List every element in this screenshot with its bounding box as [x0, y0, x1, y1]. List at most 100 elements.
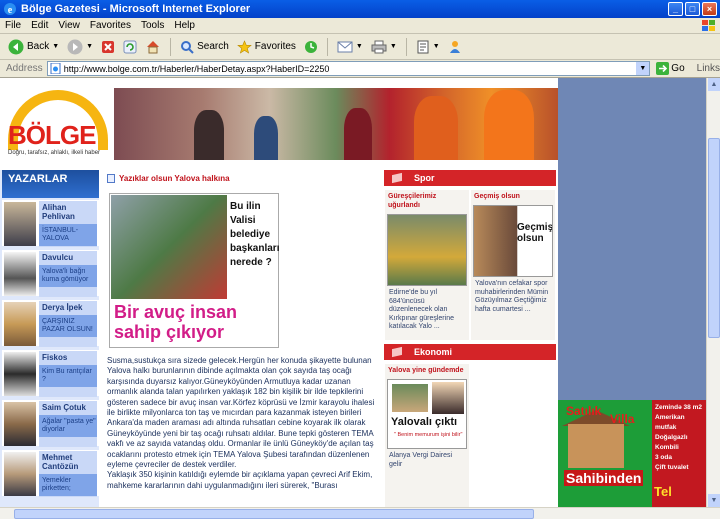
history-icon	[304, 40, 317, 53]
print-button[interactable]: ▼	[369, 39, 399, 55]
mail-dropdown-icon[interactable]: ▼	[356, 43, 363, 50]
writer-column-title[interactable]: ÇARŞINIZ PAZAR OLSUN!	[39, 315, 97, 337]
section-icon	[392, 346, 402, 358]
favorites-button[interactable]: Favorites	[235, 39, 298, 55]
news-summary: Edirne'de bu yıl 684'üncüsü düzenlenecek…	[389, 289, 454, 330]
sport-section-header[interactable]: Spor	[384, 170, 556, 186]
news-summary: Alanya Vergi Dairesi gelir	[389, 452, 453, 468]
villa-advertisement[interactable]: Satılık Villa Sahibinden Zemində 38 m2 A…	[558, 400, 706, 507]
ad-phone: Tel	[654, 484, 672, 499]
news-image-portrait	[432, 382, 464, 414]
menu-help[interactable]: Help	[169, 20, 200, 31]
refresh-button[interactable]	[121, 39, 139, 55]
menu-file[interactable]: File	[0, 20, 26, 31]
writer-name[interactable]: Alihan Pehlivan	[39, 201, 97, 221]
back-dropdown-icon[interactable]: ▼	[52, 43, 59, 50]
writer-name[interactable]: Fiskos	[39, 351, 97, 362]
writer-item[interactable]: Fiskos Kim Bu rantçılar ?	[2, 350, 99, 398]
news-image[interactable]: Geçmiş olsun	[473, 205, 553, 277]
news-card[interactable]: Geçmiş olsun Geçmiş olsun Yalova'nın cef…	[471, 190, 555, 340]
menu-edit[interactable]: Edit	[26, 20, 53, 31]
ad-seller: Sahibinden	[564, 470, 644, 486]
header-banner-photo	[114, 88, 558, 160]
ad-detail: Doğalgazlı Kombili	[655, 434, 688, 451]
writer-name[interactable]: Davulcu	[39, 251, 97, 262]
print-dropdown-icon[interactable]: ▼	[390, 43, 397, 50]
menu-bar: File Edit View Favorites Tools Help	[0, 18, 720, 34]
news-title[interactable]: Yalova yine gündemde	[385, 364, 469, 377]
news-title[interactable]: Geçmiş olsun	[471, 190, 555, 203]
news-card[interactable]: Yalova yine gündemde Yalovalı çıktı " Be…	[385, 364, 469, 507]
address-dropdown-icon[interactable]: ▼	[636, 62, 650, 75]
economy-header-label: Ekonomi	[414, 347, 453, 357]
writer-item[interactable]: Mehmet Cantözün Yemekler pirketten;	[2, 450, 99, 498]
ad-title-2: Villa	[610, 412, 635, 426]
economy-section-header[interactable]: Ekonomi	[384, 344, 556, 360]
window-titlebar: e Bölge Gazetesi - Microsoft Internet Ex…	[0, 0, 720, 18]
go-button[interactable]: Go	[650, 62, 690, 75]
news-title[interactable]: Güreşçilerimiz uğurlandı	[385, 190, 469, 212]
ad-detail: Amerikan mutfak	[655, 414, 685, 431]
writers-header: YAZARLAR	[2, 170, 99, 198]
writer-item[interactable]: Derya İpek ÇARŞINIZ PAZAR OLSUN!	[2, 300, 99, 348]
address-input[interactable]: http://www.bolge.com.tr/Haberler/HaberDe…	[46, 61, 651, 76]
writer-name[interactable]: Saim Çotuk	[39, 401, 97, 412]
edit-dropdown-icon[interactable]: ▼	[433, 43, 440, 50]
news-image[interactable]	[387, 214, 467, 286]
writer-column-title[interactable]: Yemekler pirketten;	[39, 474, 97, 496]
back-button[interactable]: Back ▼	[6, 38, 61, 56]
history-button[interactable]	[302, 39, 320, 55]
writer-item[interactable]: Saim Çotuk Ağalar "pasta ye" diyorlar	[2, 400, 99, 448]
browser-viewport: BÖLGE Doğru, tarafsız, ahlaklı, ilkeli h…	[0, 78, 706, 507]
stop-icon	[102, 40, 115, 53]
protest-photo	[111, 195, 227, 299]
menu-view[interactable]: View	[53, 20, 85, 31]
menu-tools[interactable]: Tools	[136, 20, 169, 31]
maximize-button[interactable]: □	[685, 2, 700, 16]
forward-button[interactable]: ▼	[65, 38, 95, 56]
writer-column-title[interactable]: Yalova'lı bağrı kuma gömüyor	[39, 265, 97, 287]
logo-name: BÖLGE	[8, 120, 96, 150]
edit-button[interactable]: ▼	[414, 39, 442, 55]
edit-page-icon	[417, 40, 429, 53]
vertical-scroll-thumb[interactable]	[708, 138, 720, 338]
writer-info: Derya İpek ÇARŞINIZ PAZAR OLSUN!	[39, 301, 97, 347]
menu-favorites[interactable]: Favorites	[85, 20, 136, 31]
article-column: Yazıklar olsun Yalova halkına Bu ilin Va…	[103, 170, 379, 507]
writer-column-title[interactable]: Ağalar "pasta ye" diyorlar	[39, 415, 97, 437]
photo-caption: Bir avuç insan sahip çıkıyor	[114, 302, 238, 342]
section-icon	[392, 172, 402, 184]
stop-button[interactable]	[99, 39, 117, 55]
minimize-button[interactable]: _	[668, 2, 683, 16]
forward-dropdown-icon[interactable]: ▼	[86, 43, 93, 50]
mail-button[interactable]: ▼	[335, 40, 365, 54]
writer-column-title[interactable]: İSTANBUL-YALOVA	[39, 224, 97, 246]
horizontal-scrollbar[interactable]	[0, 507, 720, 519]
favorites-label: Favorites	[254, 41, 296, 52]
home-button[interactable]	[143, 39, 163, 55]
links-button[interactable]: Links	[697, 63, 720, 74]
close-button[interactable]: ×	[702, 2, 717, 16]
ad-detail: Zemində 38 m2	[655, 404, 702, 411]
writer-item[interactable]: Alihan Pehlivan İSTANBUL-YALOVA	[2, 200, 99, 248]
writer-item[interactable]: Davulcu Yalova'lı bağrı kuma gömüyor	[2, 250, 99, 298]
horizontal-scroll-thumb[interactable]	[14, 509, 534, 519]
scroll-down-icon[interactable]: ▼	[708, 494, 720, 507]
news-image[interactable]: Yalovalı çıktı " Benim memurum işini bil…	[387, 379, 467, 449]
back-arrow-icon	[8, 39, 24, 54]
sidebar-right: Spor Güreşçilerimiz uğurlandı Edirne'de …	[383, 170, 556, 507]
search-button[interactable]: Search	[178, 39, 231, 55]
messenger-icon	[449, 40, 460, 53]
site-logo[interactable]: BÖLGE Doğru, tarafsız, ahlaklı, ilkeli h…	[2, 90, 114, 164]
news-card[interactable]: Güreşçilerimiz uğurlandı Edirne'de bu yı…	[385, 190, 469, 340]
writer-column-title[interactable]: Kim Bu rantçılar ?	[39, 365, 97, 387]
vertical-scrollbar[interactable]: ▲ ▼	[706, 78, 720, 507]
go-arrow-icon	[656, 62, 670, 75]
scroll-up-icon[interactable]: ▲	[708, 78, 720, 91]
messenger-button[interactable]	[446, 39, 464, 55]
banner-figure	[254, 116, 278, 160]
writer-name[interactable]: Mehmet Cantözün	[39, 451, 97, 471]
search-icon	[181, 40, 194, 54]
writer-name[interactable]: Derya İpek	[39, 301, 97, 312]
writer-photo	[4, 302, 36, 346]
